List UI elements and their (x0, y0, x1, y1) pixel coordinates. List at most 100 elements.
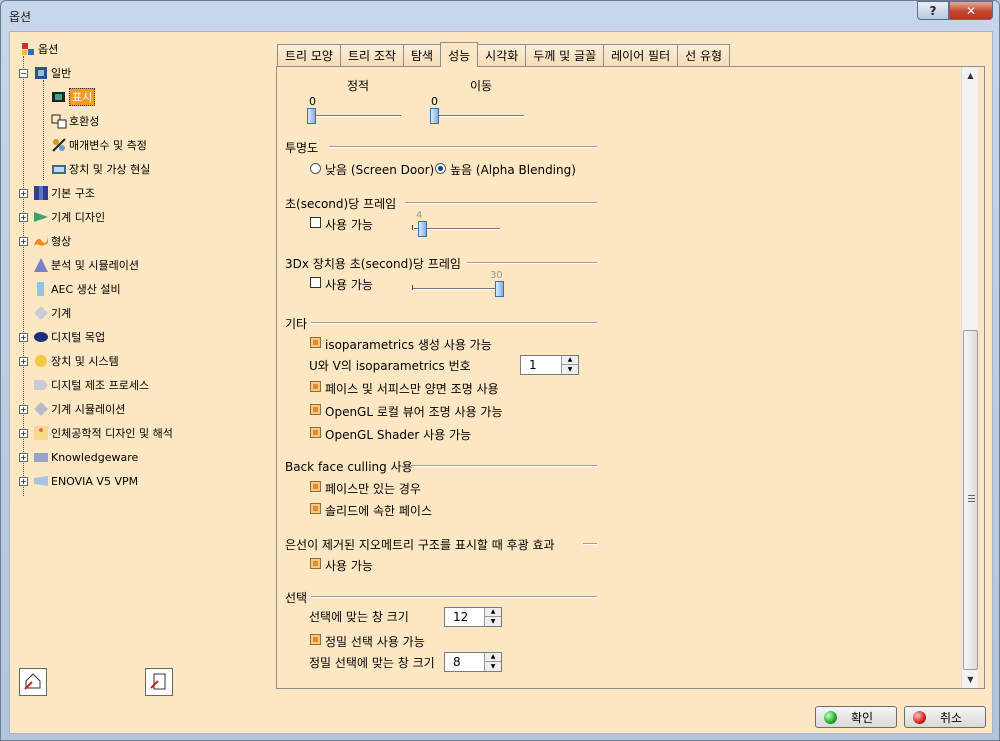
window-size-spinner[interactable]: 12 ▲ ▼ (444, 607, 502, 627)
equipment-icon (33, 353, 49, 369)
opengl-local-checkbox[interactable] (310, 404, 321, 415)
expander-machine-simulation[interactable]: + (19, 405, 28, 414)
tree-label-general: 일반 (51, 67, 72, 80)
help-button[interactable]: ? (917, 1, 949, 20)
close-button[interactable]: ✕ (949, 1, 993, 20)
expander-mechanical-design[interactable]: + (19, 213, 28, 222)
expander-shape[interactable]: + (19, 237, 28, 246)
moving-slider-thumb[interactable] (430, 108, 439, 124)
mechanical-design-icon (33, 209, 49, 225)
opengl-shader-checkbox[interactable] (310, 427, 321, 438)
tree-label-devices-vr: 장치 및 가상 현실 (69, 163, 151, 176)
tree-item-shape[interactable]: 형상 (33, 232, 71, 250)
expander-ergonomics[interactable]: + (19, 429, 28, 438)
iso-count-spinner[interactable]: 1 ▲ ▼ (520, 355, 579, 375)
scroll-up-arrow[interactable]: ▲ (962, 67, 979, 84)
iso-enable-checkbox[interactable] (310, 337, 321, 348)
window-size-spin-buttons[interactable]: ▲ ▼ (484, 608, 501, 626)
tree-item-ergonomics[interactable]: 인체공학적 디자인 및 해석 (33, 424, 173, 442)
scrollbar-thumb[interactable] (963, 330, 978, 670)
tree-item-machining[interactable]: 기계 (33, 304, 71, 322)
fps3dx-enable-checkbox[interactable] (310, 277, 321, 288)
tree-label-root: 옵션 (38, 43, 59, 56)
static-slider-thumb[interactable] (307, 108, 316, 124)
general-icon (33, 65, 49, 81)
tree-item-root[interactable]: 옵션 (20, 40, 58, 58)
tab-visualization[interactable]: 시각화 (477, 44, 527, 66)
halo-enable-checkbox[interactable] (310, 558, 321, 569)
parameters-icon (51, 137, 67, 153)
tree-item-parameters[interactable]: 매개변수 및 측정 (51, 136, 147, 154)
reset-options-button[interactable] (19, 668, 47, 696)
spin-down-icon[interactable]: ▼ (485, 662, 501, 671)
tree-item-general[interactable]: 일반 (33, 64, 71, 82)
transparency-high-radio[interactable] (435, 163, 446, 174)
face-lighting-checkbox[interactable] (310, 381, 321, 392)
precise-size-label: 정밀 선택에 맞는 창 크기 (309, 656, 435, 670)
tree-item-manufacturing[interactable]: 디지털 제조 프로세스 (33, 376, 149, 394)
tab-layer-filter[interactable]: 레이어 필터 (603, 44, 679, 66)
culling-faces-checkbox[interactable] (310, 481, 321, 492)
section-divider (467, 262, 597, 264)
static-label: 정적 (347, 79, 370, 93)
aec-plant-icon (33, 281, 49, 297)
iso-count-spin-buttons[interactable]: ▲ ▼ (561, 356, 578, 374)
static-value: 0 (309, 95, 316, 108)
clipboard-export-icon (149, 671, 169, 694)
iso-count-value: 1 (529, 358, 537, 372)
machining-icon (33, 305, 49, 321)
section-divider (311, 322, 597, 324)
expander-enovia[interactable]: + (19, 477, 28, 486)
face-lighting-label: 페이스 및 서피스만 양면 조명 사용 (325, 382, 499, 396)
culling-solid-checkbox[interactable] (310, 503, 321, 514)
precise-size-spin-buttons[interactable]: ▲ ▼ (484, 653, 501, 671)
fps-enable-checkbox[interactable] (310, 217, 321, 228)
spin-down-icon[interactable]: ▼ (485, 617, 501, 626)
precise-size-spinner[interactable]: 8 ▲ ▼ (444, 652, 502, 672)
fps3dx-slider-thumb[interactable] (495, 281, 504, 297)
title-bar[interactable]: 옵션 ? ✕ (1, 1, 999, 31)
expander-digital-mockup[interactable]: + (19, 333, 28, 342)
tab-thickness-font[interactable]: 두께 및 글꼴 (525, 44, 605, 66)
vertical-scrollbar[interactable]: ▲ ▼ (961, 67, 978, 688)
tree-label-shape: 형상 (51, 235, 72, 248)
fps3dx-slider-track (412, 288, 500, 290)
tab-line-type[interactable]: 선 유형 (677, 44, 731, 66)
culling-faces-label: 페이스만 있는 경우 (325, 482, 421, 496)
section-divider (411, 465, 597, 467)
ok-button[interactable]: 확인 (815, 706, 897, 728)
tree-item-enovia[interactable]: ENOVIA V5 VPM (33, 472, 138, 490)
tab-performance[interactable]: 성능 (440, 42, 479, 67)
tree-item-infrastructure[interactable]: 기본 구조 (33, 184, 95, 202)
tree-item-mechanical-design[interactable]: 기계 디자인 (33, 208, 105, 226)
slider-tick (412, 285, 413, 290)
export-options-button[interactable] (145, 668, 173, 696)
tree-item-analysis[interactable]: 분석 및 시뮬레이션 (33, 256, 139, 274)
tree-label-ergonomics: 인체공학적 디자인 및 해석 (51, 427, 173, 440)
precise-selection-checkbox[interactable] (310, 634, 321, 645)
expander-equipment[interactable]: + (19, 357, 28, 366)
scroll-down-arrow[interactable]: ▼ (962, 671, 979, 688)
digital-mockup-icon (33, 329, 49, 345)
fps-slider-thumb[interactable] (418, 221, 428, 237)
tree-item-display[interactable]: 표시 (51, 88, 96, 106)
tab-tree-appearance[interactable]: 트리 모양 (277, 44, 341, 66)
tree-item-knowledgeware[interactable]: Knowledgeware (33, 448, 138, 466)
expander-knowledgeware[interactable]: + (19, 453, 28, 462)
tree-item-devices-vr[interactable]: 장치 및 가상 현실 (51, 160, 150, 178)
tree-label-analysis: 분석 및 시뮬레이션 (51, 259, 139, 272)
tab-tree-manipulation[interactable]: 트리 조작 (339, 44, 404, 66)
dialog-client: 옵션 − 일반 표시 호환성 매개변수 및 측정 장치 및 가상 현실 + 기본… (9, 31, 993, 734)
tree-item-aec[interactable]: AEC 생산 설비 (33, 280, 121, 298)
expander-infrastructure[interactable]: + (19, 189, 28, 198)
expander-general[interactable]: − (19, 69, 28, 78)
cancel-button[interactable]: 취소 (904, 706, 986, 728)
tree-item-digital-mockup[interactable]: 디지털 목업 (33, 328, 105, 346)
tab-navigation[interactable]: 탐색 (402, 44, 442, 66)
spin-down-icon[interactable]: ▼ (562, 365, 578, 374)
tree-label-manufacturing: 디지털 제조 프로세스 (51, 379, 150, 392)
transparency-low-radio[interactable] (310, 163, 321, 174)
tree-item-machine-simulation[interactable]: 기계 시뮬레이션 (33, 400, 125, 418)
tree-item-equipment[interactable]: 장치 및 시스템 (33, 352, 119, 370)
tree-item-compatibility[interactable]: 호환성 (51, 112, 99, 130)
